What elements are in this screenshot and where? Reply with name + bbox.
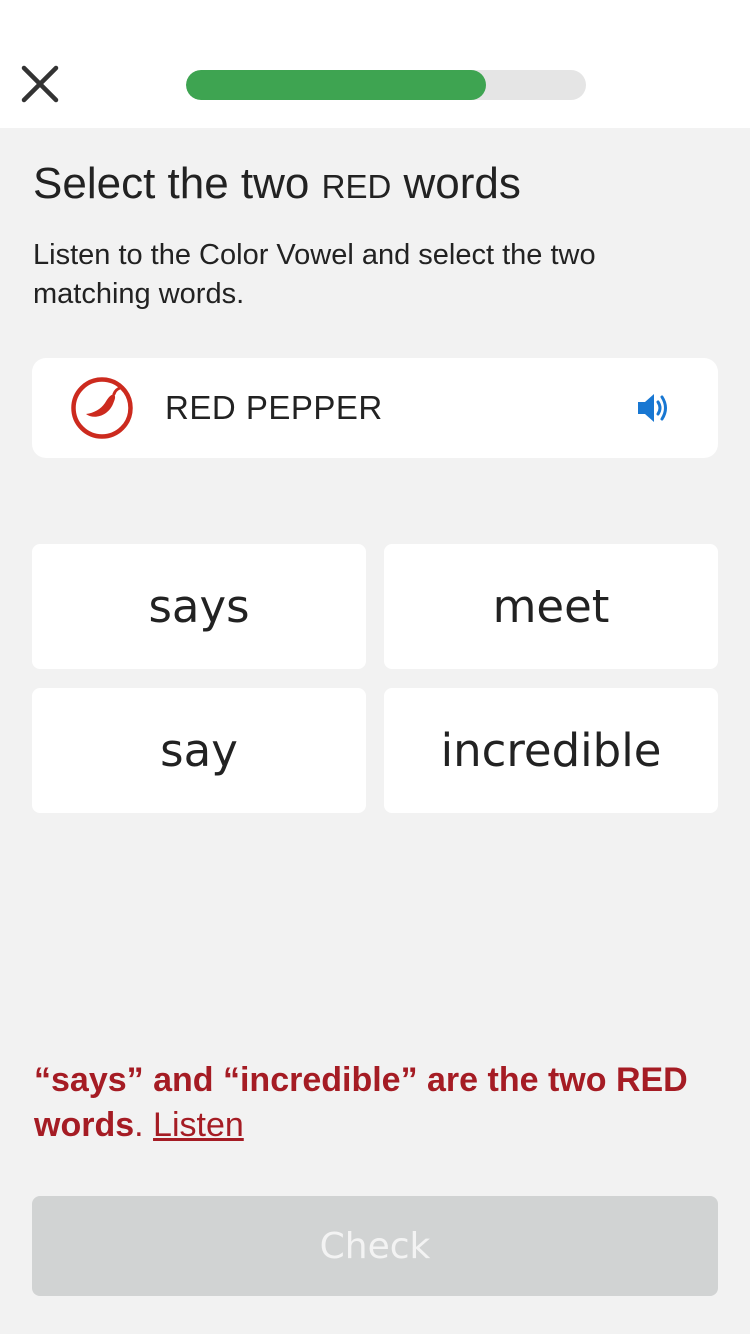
title-color-word: RED — [321, 168, 392, 205]
word-option-say[interactable]: say — [32, 688, 366, 813]
progress-fill — [186, 70, 486, 100]
red-pepper-icon — [70, 376, 134, 440]
close-button[interactable] — [16, 60, 64, 108]
title-suffix: words — [391, 159, 521, 208]
instructions: Listen to the Color Vowel and select the… — [33, 239, 596, 310]
top-bar — [0, 0, 750, 128]
title-prefix: Select the two — [33, 159, 322, 208]
word-option-says[interactable]: says — [32, 544, 366, 669]
feedback-message: “says” and “incredible” are the two RED … — [34, 1061, 688, 1144]
listen-link[interactable]: Listen — [153, 1106, 244, 1144]
speaker-icon — [638, 394, 667, 422]
progress-bar — [186, 70, 586, 100]
word-option-incredible[interactable]: incredible — [384, 688, 718, 813]
answer-feedback: “says” and “incredible” are the two RED … — [34, 1058, 724, 1148]
color-vowel-card: RED PEPPER — [32, 358, 718, 458]
close-icon — [21, 65, 59, 103]
check-button[interactable]: Check — [32, 1196, 718, 1296]
word-option-meet[interactable]: meet — [384, 544, 718, 669]
color-vowel-label: RED PEPPER — [165, 389, 383, 426]
feedback-period: . — [134, 1106, 144, 1144]
word-options: says meet say incredible — [32, 544, 718, 813]
page-title: Select the two RED words — [33, 154, 521, 217]
play-audio-button[interactable] — [634, 388, 674, 428]
